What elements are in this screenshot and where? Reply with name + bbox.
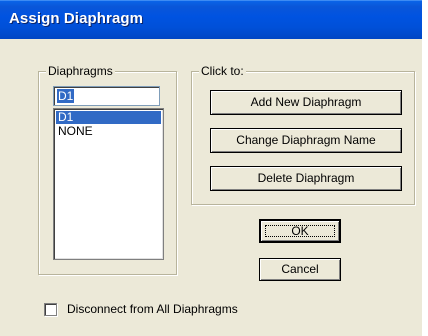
add-new-diaphragm-label: Add New Diaphragm xyxy=(250,95,362,109)
add-new-diaphragm-button[interactable]: Add New Diaphragm xyxy=(210,90,402,115)
click-to-legend: Click to: xyxy=(199,64,246,78)
list-item-label: NONE xyxy=(58,124,93,138)
diaphragm-name-value: D1 xyxy=(57,89,75,103)
cancel-label: Cancel xyxy=(281,262,319,276)
diaphragm-name-input[interactable]: D1 xyxy=(53,86,160,106)
ok-label: OK xyxy=(291,224,309,238)
change-diaphragm-name-label: Change Diaphragm Name xyxy=(236,133,376,147)
diaphragms-listbox[interactable]: D1 NONE xyxy=(53,108,164,260)
title-bar[interactable]: Assign Diaphragm xyxy=(0,0,428,39)
cancel-button[interactable]: Cancel xyxy=(259,258,341,281)
change-diaphragm-name-button[interactable]: Change Diaphragm Name xyxy=(210,128,402,153)
window-edge xyxy=(422,0,428,336)
list-item-d1[interactable]: D1 xyxy=(56,111,161,124)
delete-diaphragm-label: Delete Diaphragm xyxy=(257,171,355,185)
delete-diaphragm-button[interactable]: Delete Diaphragm xyxy=(210,166,402,191)
window-title: Assign Diaphragm xyxy=(9,10,144,27)
diaphragms-legend: Diaphragms xyxy=(46,64,115,78)
assign-diaphragm-dialog: Assign Diaphragm Diaphragms D1 D1 NONE C… xyxy=(0,0,428,336)
disconnect-label[interactable]: Disconnect from All Diaphragms xyxy=(67,302,238,316)
list-item-label: D1 xyxy=(58,110,74,124)
ok-button[interactable]: OK xyxy=(259,219,341,243)
disconnect-checkbox[interactable] xyxy=(44,303,57,316)
list-item-none[interactable]: NONE xyxy=(56,125,161,138)
